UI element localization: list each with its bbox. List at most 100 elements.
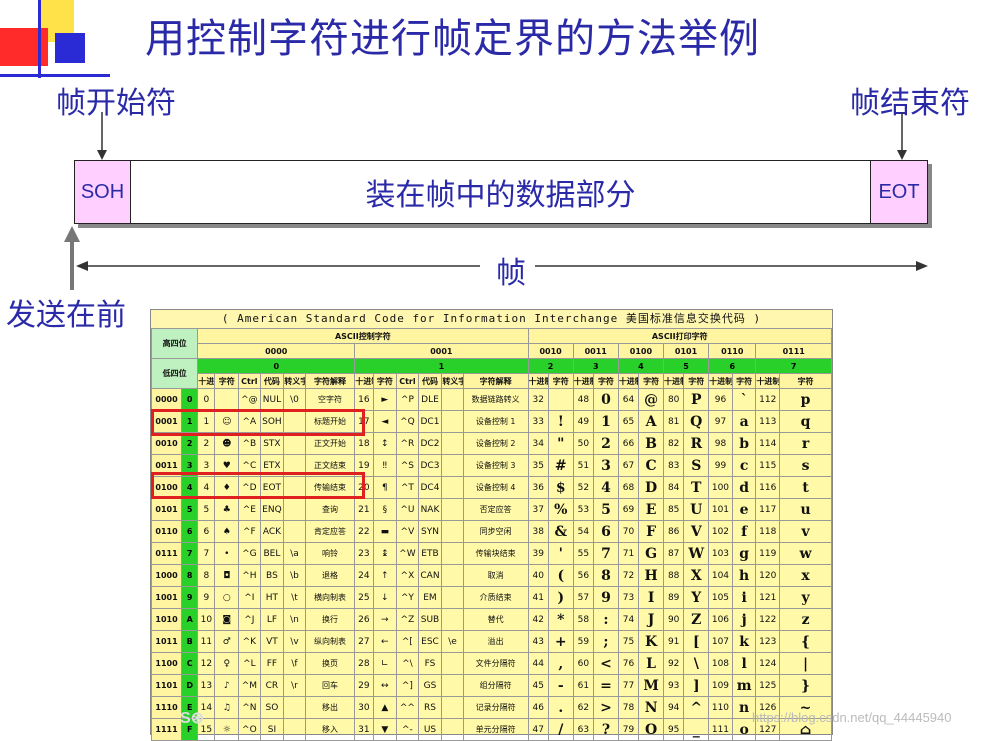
table-head-row: 高四位 ASCII控制字符 ASCII打印字符 (150, 328, 832, 359)
table-cell: FS (417, 652, 443, 675)
table-cell: x (779, 564, 832, 587)
table-cell: 27 (354, 630, 374, 653)
table-cell: 1110 (150, 696, 183, 719)
table-cell: 34 (527, 432, 549, 455)
table-cell: ‼ (372, 454, 398, 477)
table-cell: SOH (259, 410, 285, 433)
table-cell: \t (283, 586, 306, 609)
table-cell: 96 (708, 388, 733, 411)
column-subheader: Ctrl (396, 373, 419, 389)
table-cell: V (683, 520, 710, 543)
table-cell: ♥ (214, 454, 240, 477)
table-cell: 95 (662, 718, 685, 741)
table-cell: ^F (238, 520, 261, 543)
table-cell: 33 (527, 410, 549, 433)
table-cell: 替代 (462, 608, 529, 631)
table-cell: § (372, 498, 398, 521)
table-cell: 104 (708, 564, 733, 587)
table-cell: L (638, 652, 664, 675)
table-cell: 46 (527, 696, 549, 719)
table-cell: 0110 (150, 520, 183, 543)
column-subheader: 代码 (259, 373, 285, 389)
table-cell: 82 (662, 432, 685, 455)
table-cell: ^T (396, 476, 419, 499)
table-cell: s (779, 454, 832, 477)
table-cell: W (683, 542, 710, 565)
table-cell: 68 (617, 476, 640, 499)
table-cell: \n (283, 608, 306, 631)
table-cell: 3 (181, 454, 199, 477)
table-cell: 1010 (150, 608, 183, 631)
table-cell: 80 (662, 388, 685, 411)
table-cell: 40 (527, 564, 549, 587)
start-arrow-head (97, 150, 107, 160)
table-cell: q (779, 410, 832, 433)
group-number: 7 (755, 358, 832, 374)
table-cell: ^V (396, 520, 419, 543)
table-cell: 1000 (150, 564, 183, 587)
table-cell: 57 (572, 586, 595, 609)
group-binary: 0011 (572, 343, 619, 359)
table-cell: 空字符 (304, 388, 356, 411)
table-cell (441, 586, 464, 609)
table-cell: ◙ (214, 608, 240, 631)
table-cell: U (683, 498, 710, 521)
table-cell: @ (638, 388, 664, 411)
table-cell: ^C (238, 454, 261, 477)
column-subheader: 字符 (372, 373, 398, 389)
column-subheader: 字符 (683, 373, 710, 389)
table-cell: ▼ (372, 718, 398, 741)
table-cell: 数据链路转义 (462, 388, 529, 411)
table-cell: ♂ (214, 630, 240, 653)
table-cell: 77 (617, 674, 640, 697)
table-cell: 0100 (150, 476, 183, 499)
table-cell: 125 (755, 674, 781, 697)
table-cell (283, 410, 306, 433)
table-cell (283, 432, 306, 455)
group-number: 6 (708, 358, 757, 374)
table-cell: ' (547, 542, 574, 565)
table-cell: 116 (755, 476, 781, 499)
table-row: 0001 1 1 ☺ ^A SOH 标题开始 17 ◄ ^Q DC1 设备控制 1 33! 49 1 65 A 8… (150, 410, 832, 433)
table-cell: 50 (572, 432, 595, 455)
table-cell: ^J (238, 608, 261, 631)
table-cell: 83 (662, 454, 685, 477)
table-cell: K (638, 630, 664, 653)
table-cell: 9 (181, 586, 199, 609)
table-cell: M (638, 674, 664, 697)
table-cell: 94 (662, 696, 685, 719)
table-cell: ^W (396, 542, 419, 565)
table-cell: 2 (593, 432, 619, 455)
table-cell: ☻ (214, 432, 240, 455)
table-cell: 36 (527, 476, 549, 499)
table-cell: 84 (662, 476, 685, 499)
table-row: 0111 7 7 • ^G BEL \a 响铃 23 ↨ ^W ETB 传输块结束 39 ' 55 7 71 G 87… (150, 542, 832, 565)
table-cell: 20 (354, 476, 374, 499)
table-cell: 换页 (304, 652, 356, 675)
table-cell: 103 (708, 542, 733, 565)
table-cell: - (547, 674, 574, 697)
table-cell: " (547, 432, 574, 455)
table-cell: ¶ (372, 476, 398, 499)
table-cell: 文件分隔符 (462, 652, 529, 675)
table-row: 1011 B 11 ♂ ^K VT \v 纵向制表 27 ← ^[ESC \e 溢出 43 +59; 75 K 9… (150, 630, 832, 653)
table-cell: 112 (755, 388, 781, 411)
table-cell (441, 410, 464, 433)
table-cell: 4 (593, 476, 619, 499)
table-cell: BS (259, 564, 285, 587)
table-cell: Q (683, 410, 710, 433)
table-cell: f (731, 520, 757, 543)
table-cell: DC4 (417, 476, 443, 499)
high-bits-label: 高四位 (150, 328, 199, 359)
table-cell: ↔ (372, 674, 398, 697)
table-cell: 63 (572, 718, 595, 741)
table-cell: ↨ (372, 542, 398, 565)
table-cell: 设备控制 2 (462, 432, 529, 455)
table-cell: ◘ (214, 564, 240, 587)
table-cell: 9 (197, 586, 216, 609)
table-cell: 标题开始 (304, 410, 356, 433)
column-subheader: 十进制 (708, 373, 733, 389)
table-cell: ↓ (372, 586, 398, 609)
table-cell: SUB (417, 608, 443, 631)
table-cell: ^G (238, 542, 261, 565)
